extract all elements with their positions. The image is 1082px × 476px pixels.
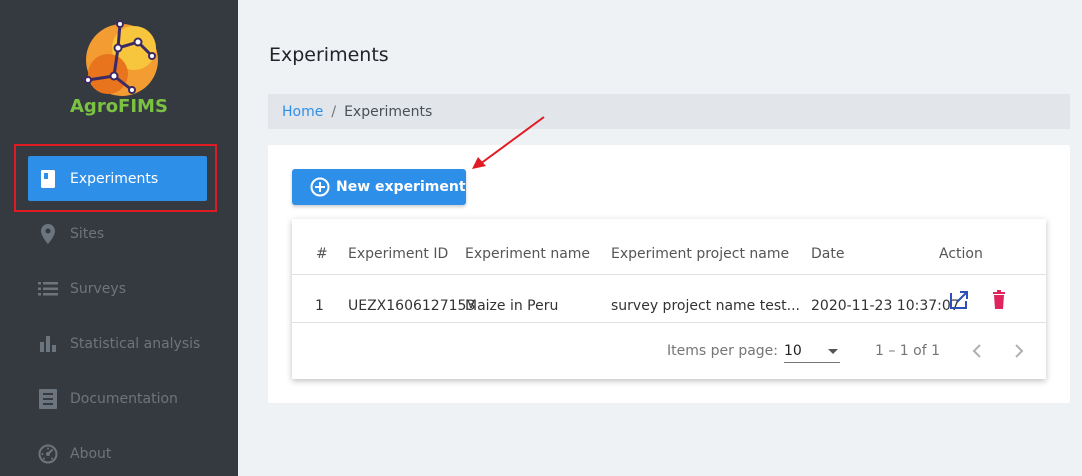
open-external-icon[interactable] (948, 289, 970, 311)
column-header-experiment-name[interactable]: Experiment name (465, 246, 590, 262)
sidebar-item-label: Statistical analysis (70, 335, 201, 352)
sidebar-item-surveys[interactable]: Surveys (28, 266, 207, 311)
gauge-icon (38, 444, 58, 464)
breadcrumb: Home / Experiments (268, 94, 1070, 129)
column-header-action: Action (939, 246, 983, 262)
new-experiment-button[interactable]: New experiment (292, 169, 466, 205)
chevron-right-icon (1015, 344, 1024, 358)
sidebar-item-documentation[interactable]: Documentation (28, 376, 207, 421)
delete-icon[interactable] (988, 289, 1010, 311)
cell-experiment-name: Maize in Peru (465, 298, 559, 314)
sidebar-item-about[interactable]: About (28, 431, 207, 476)
sidebar-item-statistical-analysis[interactable]: Statistical analysis (28, 321, 207, 366)
caret-down-icon (828, 349, 838, 354)
sidebar-item-label: Surveys (70, 280, 126, 297)
column-header-experiment-id[interactable]: Experiment ID (348, 246, 448, 262)
previous-page-button[interactable] (968, 341, 988, 361)
items-per-page-label: Items per page: (667, 343, 779, 359)
column-header-project-name[interactable]: Experiment project name (611, 246, 789, 262)
sidebar-item-label: Sites (70, 225, 105, 242)
add-circle-icon (310, 177, 330, 197)
sidebar-item-label: Experiments (70, 170, 159, 187)
sidebar-item-label: About (70, 445, 112, 462)
breadcrumb-separator: / (331, 103, 337, 120)
cell-date: 2020-11-23 10:37:07 (811, 298, 960, 314)
list-icon (38, 279, 58, 299)
column-header-date[interactable]: Date (811, 246, 844, 262)
experiments-table: # Experiment ID Experiment name Experime… (292, 219, 1046, 379)
document-icon (38, 388, 58, 409)
bar-chart-icon (38, 334, 58, 354)
cell-index: 1 (315, 298, 324, 314)
book-icon (38, 169, 58, 189)
sidebar-item-experiments[interactable]: Experiments (28, 156, 207, 201)
column-header-index: # (316, 246, 328, 262)
items-per-page-value: 10 (784, 343, 802, 359)
new-experiment-label: New experiment (336, 179, 466, 195)
sidebar-item-label: Documentation (70, 390, 178, 407)
logo-text: AgroFIMS (70, 96, 168, 117)
chevron-left-icon (972, 344, 981, 358)
divider (292, 274, 1046, 275)
sidebar-item-sites[interactable]: Sites (28, 211, 207, 256)
cell-experiment-id: UEZX1606127153 (348, 298, 476, 314)
divider (292, 322, 1046, 323)
cell-project-name: survey project name test... (611, 298, 800, 314)
page-title: Experiments (269, 44, 389, 66)
breadcrumb-current: Experiments (344, 103, 433, 120)
map-pin-icon (38, 223, 58, 244)
breadcrumb-home-link[interactable]: Home (282, 104, 323, 120)
items-per-page-select[interactable]: 10 (784, 341, 840, 363)
next-page-button[interactable] (1008, 341, 1028, 361)
paginator-range: 1 – 1 of 1 (875, 343, 941, 359)
